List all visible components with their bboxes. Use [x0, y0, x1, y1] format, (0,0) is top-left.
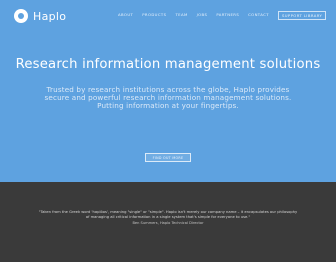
nav-item-about[interactable]: About [118, 12, 133, 20]
quote-section: "Taken from the Greek word 'haplóos', me… [0, 182, 336, 262]
quote-attribution: Ben Summers, Haplo Technical Director [132, 221, 204, 225]
hero-subtext: Trusted by research institutions across … [44, 85, 292, 111]
hero-headline: Research information management solution… [15, 57, 321, 72]
brand-logo[interactable]: Haplo [14, 9, 66, 23]
haplo-ring-logo-icon [14, 9, 28, 23]
nav-item-support-library[interactable]: Support Library [277, 10, 327, 20]
top-navigation-bar: Haplo About Products Team Jobs Partners … [0, 0, 336, 32]
nav-item-contact[interactable]: Contact [248, 12, 269, 20]
quote-text: "Taken from the Greek word 'haplóos', me… [38, 210, 298, 220]
brand-name: Haplo [33, 9, 67, 23]
page-bottom [0, 262, 336, 280]
find-out-more-button[interactable]: FIND OUT MORE [145, 153, 191, 162]
main-nav: About Products Team Jobs Partners Contac… [118, 10, 327, 20]
nav-item-team[interactable]: Team [175, 12, 187, 20]
nav-item-partners[interactable]: Partners [216, 12, 239, 20]
nav-item-products[interactable]: Products [142, 12, 166, 20]
nav-item-jobs[interactable]: Jobs [197, 12, 208, 20]
hero-section: Haplo About Products Team Jobs Partners … [0, 0, 336, 182]
